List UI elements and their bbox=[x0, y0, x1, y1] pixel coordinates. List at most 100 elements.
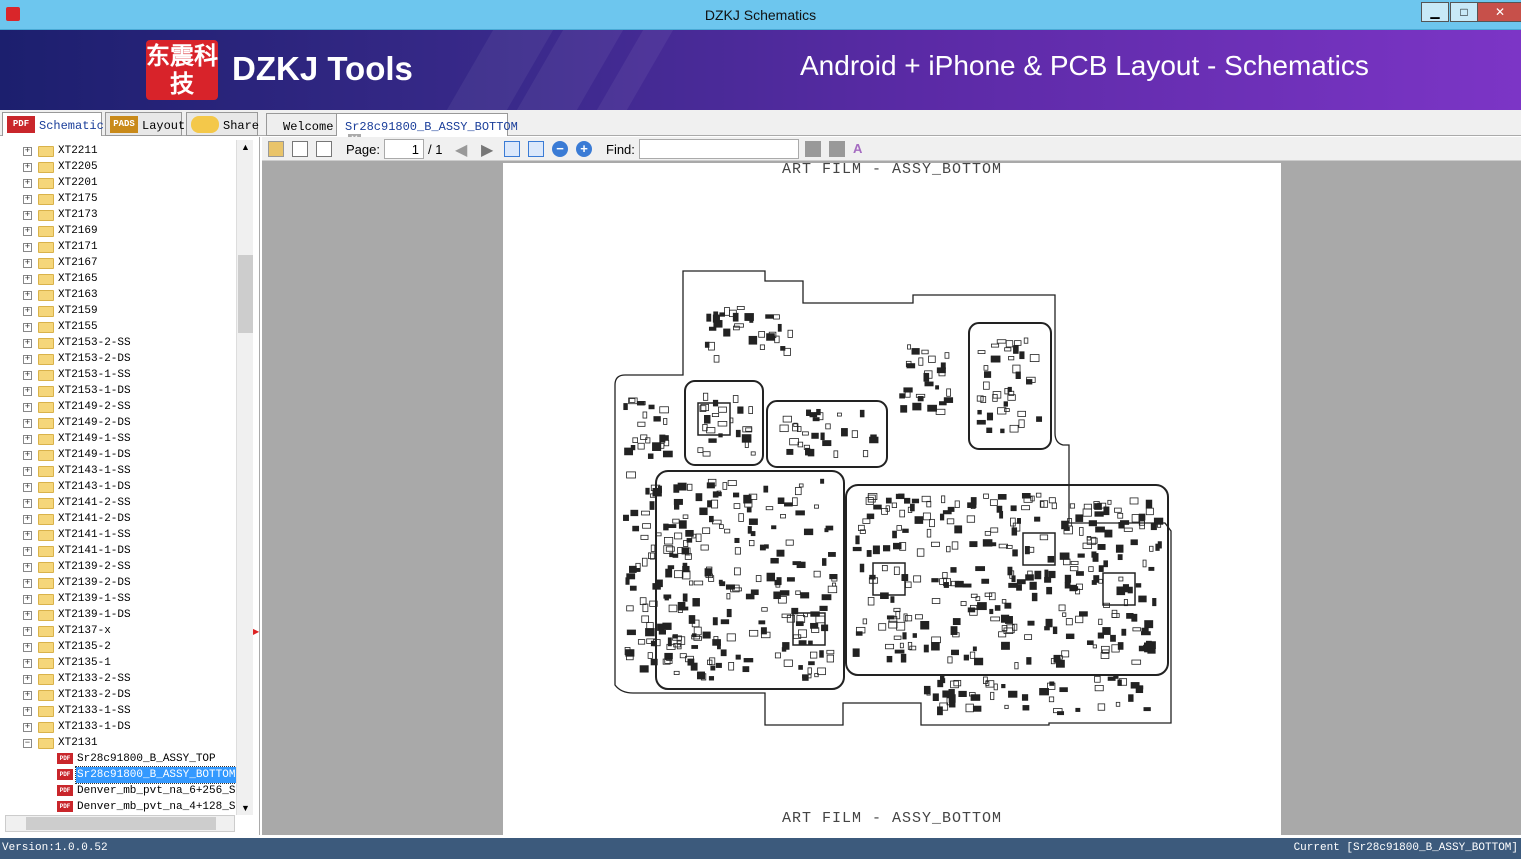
tree-folder[interactable]: + XT2139-2-DS bbox=[0, 575, 236, 591]
expand-icon[interactable]: + bbox=[23, 451, 32, 460]
tree-folder[interactable]: + XT2135-2 bbox=[0, 639, 236, 655]
collapse-icon[interactable]: − bbox=[23, 739, 32, 748]
tree-folder[interactable]: + XT2141-1-SS bbox=[0, 527, 236, 543]
expand-icon[interactable]: + bbox=[23, 307, 32, 316]
tree-folder[interactable]: + XT2149-2-SS bbox=[0, 399, 236, 415]
expand-icon[interactable]: + bbox=[23, 723, 32, 732]
maximize-button[interactable]: □ bbox=[1450, 2, 1478, 22]
tree-file[interactable]: PDF Sr28c91800_B_ASSY_TOP bbox=[0, 751, 236, 767]
expand-icon[interactable]: + bbox=[23, 435, 32, 444]
find-input[interactable] bbox=[639, 139, 799, 159]
tree-folder[interactable]: + XT2133-2-DS bbox=[0, 687, 236, 703]
tree-folder[interactable]: + XT2153-1-SS bbox=[0, 367, 236, 383]
expand-icon[interactable]: + bbox=[23, 179, 32, 188]
tab-share[interactable]: Share bbox=[186, 112, 259, 136]
tree-folder[interactable]: + XT2149-1-DS bbox=[0, 447, 236, 463]
tree-folder[interactable]: + XT2153-2-DS bbox=[0, 351, 236, 367]
tab-schematic[interactable]: PDF Schematic bbox=[2, 112, 104, 136]
tree-folder[interactable]: + XT2139-2-SS bbox=[0, 559, 236, 575]
expand-icon[interactable]: + bbox=[23, 611, 32, 620]
tree-file[interactable]: PDF Sr28c91800_B_ASSY_BOTTOM bbox=[0, 766, 236, 784]
tree-folder[interactable]: + XT2159 bbox=[0, 303, 236, 319]
expand-icon[interactable]: + bbox=[23, 243, 32, 252]
scroll-up-icon[interactable]: ▲ bbox=[241, 142, 250, 152]
expand-icon[interactable]: + bbox=[23, 579, 32, 588]
expand-icon[interactable]: + bbox=[23, 227, 32, 236]
find-next-icon[interactable] bbox=[829, 141, 845, 157]
hscroll-thumb[interactable] bbox=[26, 817, 216, 830]
minimize-button[interactable]: ▁ bbox=[1421, 2, 1449, 22]
document-viewer[interactable]: ART FILM - ASSY_BOTTOM ART FILM - ASSY_B… bbox=[262, 161, 1521, 835]
tree-folder-open[interactable]: − XT2131 bbox=[0, 735, 236, 751]
previous-page-icon[interactable]: ◀ bbox=[455, 140, 467, 160]
expand-icon[interactable]: + bbox=[23, 675, 32, 684]
expand-icon[interactable]: + bbox=[23, 275, 32, 284]
close-button[interactable]: ✕ bbox=[1477, 2, 1521, 22]
highlight-icon[interactable]: A bbox=[853, 141, 869, 157]
tree-folder[interactable]: + XT2149-2-DS bbox=[0, 415, 236, 431]
tree-file[interactable]: PDF Denver_mb_pvt_na_4+128_SCH bbox=[0, 799, 236, 815]
tree-folder[interactable]: + XT2135-1 bbox=[0, 655, 236, 671]
expand-icon[interactable]: + bbox=[23, 483, 32, 492]
tree-folder[interactable]: + XT2139-1-SS bbox=[0, 591, 236, 607]
tree-folder[interactable]: + XT2211 bbox=[0, 143, 236, 159]
tree-folder[interactable]: + XT2173 bbox=[0, 207, 236, 223]
expand-icon[interactable]: + bbox=[23, 291, 32, 300]
expand-icon[interactable]: + bbox=[23, 419, 32, 428]
tree-folder[interactable]: + XT2171 bbox=[0, 239, 236, 255]
expand-icon[interactable]: + bbox=[23, 691, 32, 700]
next-page-icon[interactable]: ▶ bbox=[481, 140, 493, 160]
tree-folder[interactable]: + XT2163 bbox=[0, 287, 236, 303]
tree-folder[interactable]: + XT2137-x bbox=[0, 623, 236, 639]
open-icon[interactable] bbox=[268, 141, 284, 157]
prev-page-doc-icon[interactable] bbox=[292, 141, 308, 157]
next-page-doc-icon[interactable] bbox=[316, 141, 332, 157]
tree-folder[interactable]: + XT2153-2-SS bbox=[0, 335, 236, 351]
tree-folder[interactable]: + XT2141-2-DS bbox=[0, 511, 236, 527]
expand-icon[interactable]: + bbox=[23, 355, 32, 364]
expand-icon[interactable]: + bbox=[23, 659, 32, 668]
expand-icon[interactable]: + bbox=[23, 259, 32, 268]
expand-icon[interactable]: + bbox=[23, 195, 32, 204]
tree-folder[interactable]: + XT2165 bbox=[0, 271, 236, 287]
splitter-arrow-icon[interactable]: ▶ bbox=[253, 627, 259, 636]
tree-folder[interactable]: + XT2139-1-DS bbox=[0, 607, 236, 623]
tree-folder[interactable]: + XT2133-1-DS bbox=[0, 719, 236, 735]
expand-icon[interactable]: + bbox=[23, 163, 32, 172]
tree-folder[interactable]: + XT2201 bbox=[0, 175, 236, 191]
tree-folder[interactable]: + XT2141-2-SS bbox=[0, 495, 236, 511]
tree-folder[interactable]: + XT2133-2-SS bbox=[0, 671, 236, 687]
expand-icon[interactable]: + bbox=[23, 595, 32, 604]
expand-icon[interactable]: + bbox=[23, 403, 32, 412]
expand-icon[interactable]: + bbox=[23, 323, 32, 332]
expand-icon[interactable]: + bbox=[23, 515, 32, 524]
fit-width-icon[interactable] bbox=[504, 141, 520, 157]
tree-folder[interactable]: + XT2175 bbox=[0, 191, 236, 207]
expand-icon[interactable]: + bbox=[23, 643, 32, 652]
tree-folder[interactable]: + XT2149-1-SS bbox=[0, 431, 236, 447]
expand-icon[interactable]: + bbox=[23, 339, 32, 348]
tree-horizontal-scrollbar[interactable] bbox=[5, 815, 235, 832]
expand-icon[interactable]: + bbox=[23, 707, 32, 716]
tree-folder[interactable]: + XT2133-1-SS bbox=[0, 703, 236, 719]
expand-icon[interactable]: + bbox=[23, 467, 32, 476]
tree-folder[interactable]: + XT2153-1-DS bbox=[0, 383, 236, 399]
scroll-thumb[interactable] bbox=[238, 255, 253, 333]
tree-folder[interactable]: + XT2143-1-SS bbox=[0, 463, 236, 479]
tree-file[interactable]: PDF Denver_mb_pvt_na_6+256_SCH bbox=[0, 783, 236, 799]
find-previous-icon[interactable] bbox=[805, 141, 821, 157]
zoom-in-icon[interactable]: + bbox=[576, 141, 592, 157]
tree-folder[interactable]: + XT2169 bbox=[0, 223, 236, 239]
expand-icon[interactable]: + bbox=[23, 211, 32, 220]
tree-vertical-scrollbar[interactable]: ▲ ▼ bbox=[236, 140, 253, 815]
expand-icon[interactable]: + bbox=[23, 387, 32, 396]
tree-folder[interactable]: + XT2143-1-DS bbox=[0, 479, 236, 495]
tab-document[interactable]: Sr28c91800_B_ASSY_BOTTOM✕ bbox=[336, 113, 518, 148]
tab-layout[interactable]: PADS Layout bbox=[105, 112, 185, 136]
expand-icon[interactable]: + bbox=[23, 147, 32, 156]
expand-icon[interactable]: + bbox=[23, 371, 32, 380]
tree-folder[interactable]: + XT2167 bbox=[0, 255, 236, 271]
expand-icon[interactable]: + bbox=[23, 547, 32, 556]
tree-folder[interactable]: + XT2205 bbox=[0, 159, 236, 175]
expand-icon[interactable]: + bbox=[23, 627, 32, 636]
